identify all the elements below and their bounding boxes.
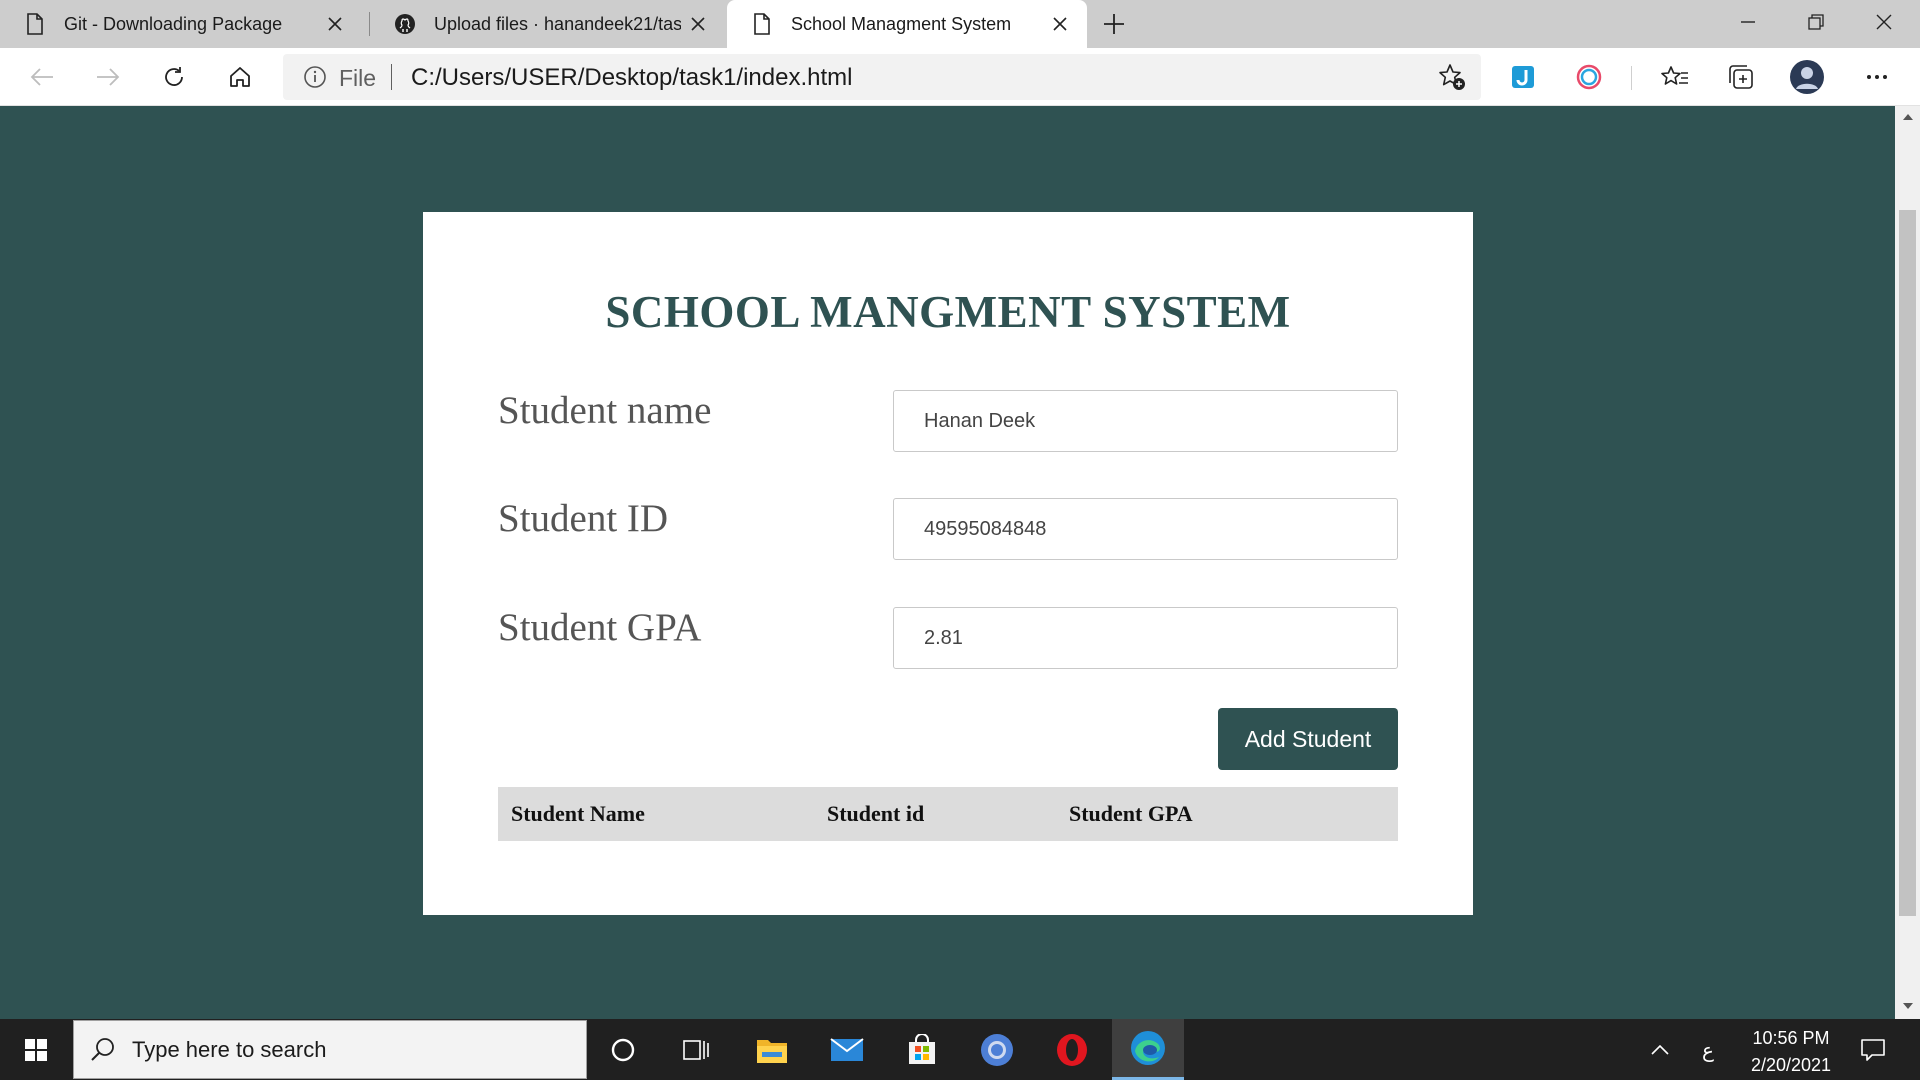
chrome-icon[interactable] <box>961 1019 1033 1080</box>
students-table-header: Student Name Student id Student GPA <box>498 787 1398 841</box>
back-button[interactable] <box>22 57 62 97</box>
scheme-label: File <box>339 65 377 91</box>
scrollbar-thumb[interactable] <box>1899 210 1916 916</box>
page-icon <box>751 13 773 35</box>
microsoft-store-icon[interactable] <box>886 1019 958 1080</box>
notifications-icon[interactable] <box>1848 1019 1898 1080</box>
show-hidden-icons-icon[interactable] <box>1640 1019 1680 1080</box>
browser-toolbar: File C:/Users/USER/Desktop/task1/index.h… <box>0 48 1920 106</box>
tab-upload-files[interactable]: Upload files · hanandeek21/task1 <box>370 0 725 48</box>
tab-title: School Managment System <box>791 13 1012 34</box>
student-gpa-label: Student GPA <box>498 606 702 649</box>
search-placeholder: Type here to search <box>132 1037 327 1062</box>
favorites-icon[interactable] <box>1655 57 1695 97</box>
column-header-name: Student Name <box>511 801 645 826</box>
clock-time: 10:56 PM <box>1752 1028 1830 1048</box>
start-button[interactable] <box>0 1019 72 1080</box>
tab-git-downloading[interactable]: Git - Downloading Package <box>0 0 362 48</box>
clock-date: 2/20/2021 <box>1750 1055 1832 1075</box>
home-button[interactable] <box>220 57 260 97</box>
page-icon <box>24 13 46 35</box>
github-icon <box>394 13 416 35</box>
page-scrollbar[interactable] <box>1895 106 1920 1019</box>
address-separator <box>391 64 392 90</box>
close-tab-icon[interactable] <box>1043 7 1077 41</box>
close-window-button[interactable] <box>1853 0 1915 44</box>
form-card: SCHOOL MANGMENT SYSTEM Student name Stud… <box>423 212 1473 915</box>
profile-avatar[interactable] <box>1787 57 1827 97</box>
taskbar-search-box[interactable]: Type here to search <box>73 1020 587 1079</box>
refresh-button[interactable] <box>154 57 194 97</box>
language-indicator[interactable]: ع <box>1690 1019 1726 1080</box>
search-icon <box>90 1036 116 1067</box>
page-title: SCHOOL MANGMENT SYSTEM <box>605 287 1291 337</box>
close-tab-icon[interactable] <box>681 7 715 41</box>
toolbar-divider <box>1631 66 1632 90</box>
edge-icon[interactable] <box>1112 1019 1184 1080</box>
restore-button[interactable] <box>1785 0 1847 44</box>
task-view-icon[interactable] <box>660 1019 732 1080</box>
student-gpa-input[interactable] <box>893 607 1398 669</box>
column-header-id: Student id <box>827 801 925 826</box>
opera-icon[interactable] <box>1036 1019 1108 1080</box>
tab-title: Git - Downloading Package <box>64 13 283 34</box>
column-header-gpa: Student GPA <box>1069 801 1193 826</box>
scroll-up-arrow-icon[interactable] <box>1901 110 1915 124</box>
tab-school-managment[interactable]: School Managment System <box>727 0 1087 48</box>
student-name-label: Student name <box>498 389 712 432</box>
extension-circle-icon[interactable] <box>1569 57 1609 97</box>
address-bar[interactable]: File C:/Users/USER/Desktop/task1/index.h… <box>283 54 1481 100</box>
add-favorite-icon[interactable] <box>1437 62 1467 97</box>
file-explorer-icon[interactable] <box>736 1019 808 1080</box>
add-student-button[interactable]: Add Student <box>1218 708 1398 770</box>
student-id-input[interactable] <box>893 498 1398 560</box>
student-name-input[interactable] <box>893 390 1398 452</box>
page-viewport: SCHOOL MANGMENT SYSTEM Student name Stud… <box>0 106 1895 1019</box>
system-clock[interactable]: 10:56 PM 2/20/2021 <box>1735 1025 1847 1079</box>
student-id-label: Student ID <box>498 497 669 540</box>
info-icon[interactable] <box>303 65 327 94</box>
scroll-down-arrow-icon[interactable] <box>1901 999 1915 1013</box>
more-menu-icon[interactable] <box>1857 57 1897 97</box>
windows-taskbar: Type here to search ع 10:56 PM 2/20/2021 <box>0 1019 1920 1080</box>
url-text[interactable]: C:/Users/USER/Desktop/task1/index.html <box>411 64 852 92</box>
close-tab-icon[interactable] <box>318 7 352 41</box>
forward-button[interactable] <box>88 57 128 97</box>
collections-icon[interactable] <box>1721 57 1761 97</box>
tab-title: Upload files · hanandeek21/task1 <box>434 13 681 34</box>
cortana-icon[interactable] <box>587 1019 659 1080</box>
mail-icon[interactable] <box>811 1019 883 1080</box>
extension-j-icon[interactable] <box>1503 57 1543 97</box>
new-tab-button[interactable] <box>1096 6 1132 42</box>
minimize-button[interactable] <box>1717 0 1779 44</box>
tab-strip: Git - Downloading Package Upload files ·… <box>0 0 1920 48</box>
